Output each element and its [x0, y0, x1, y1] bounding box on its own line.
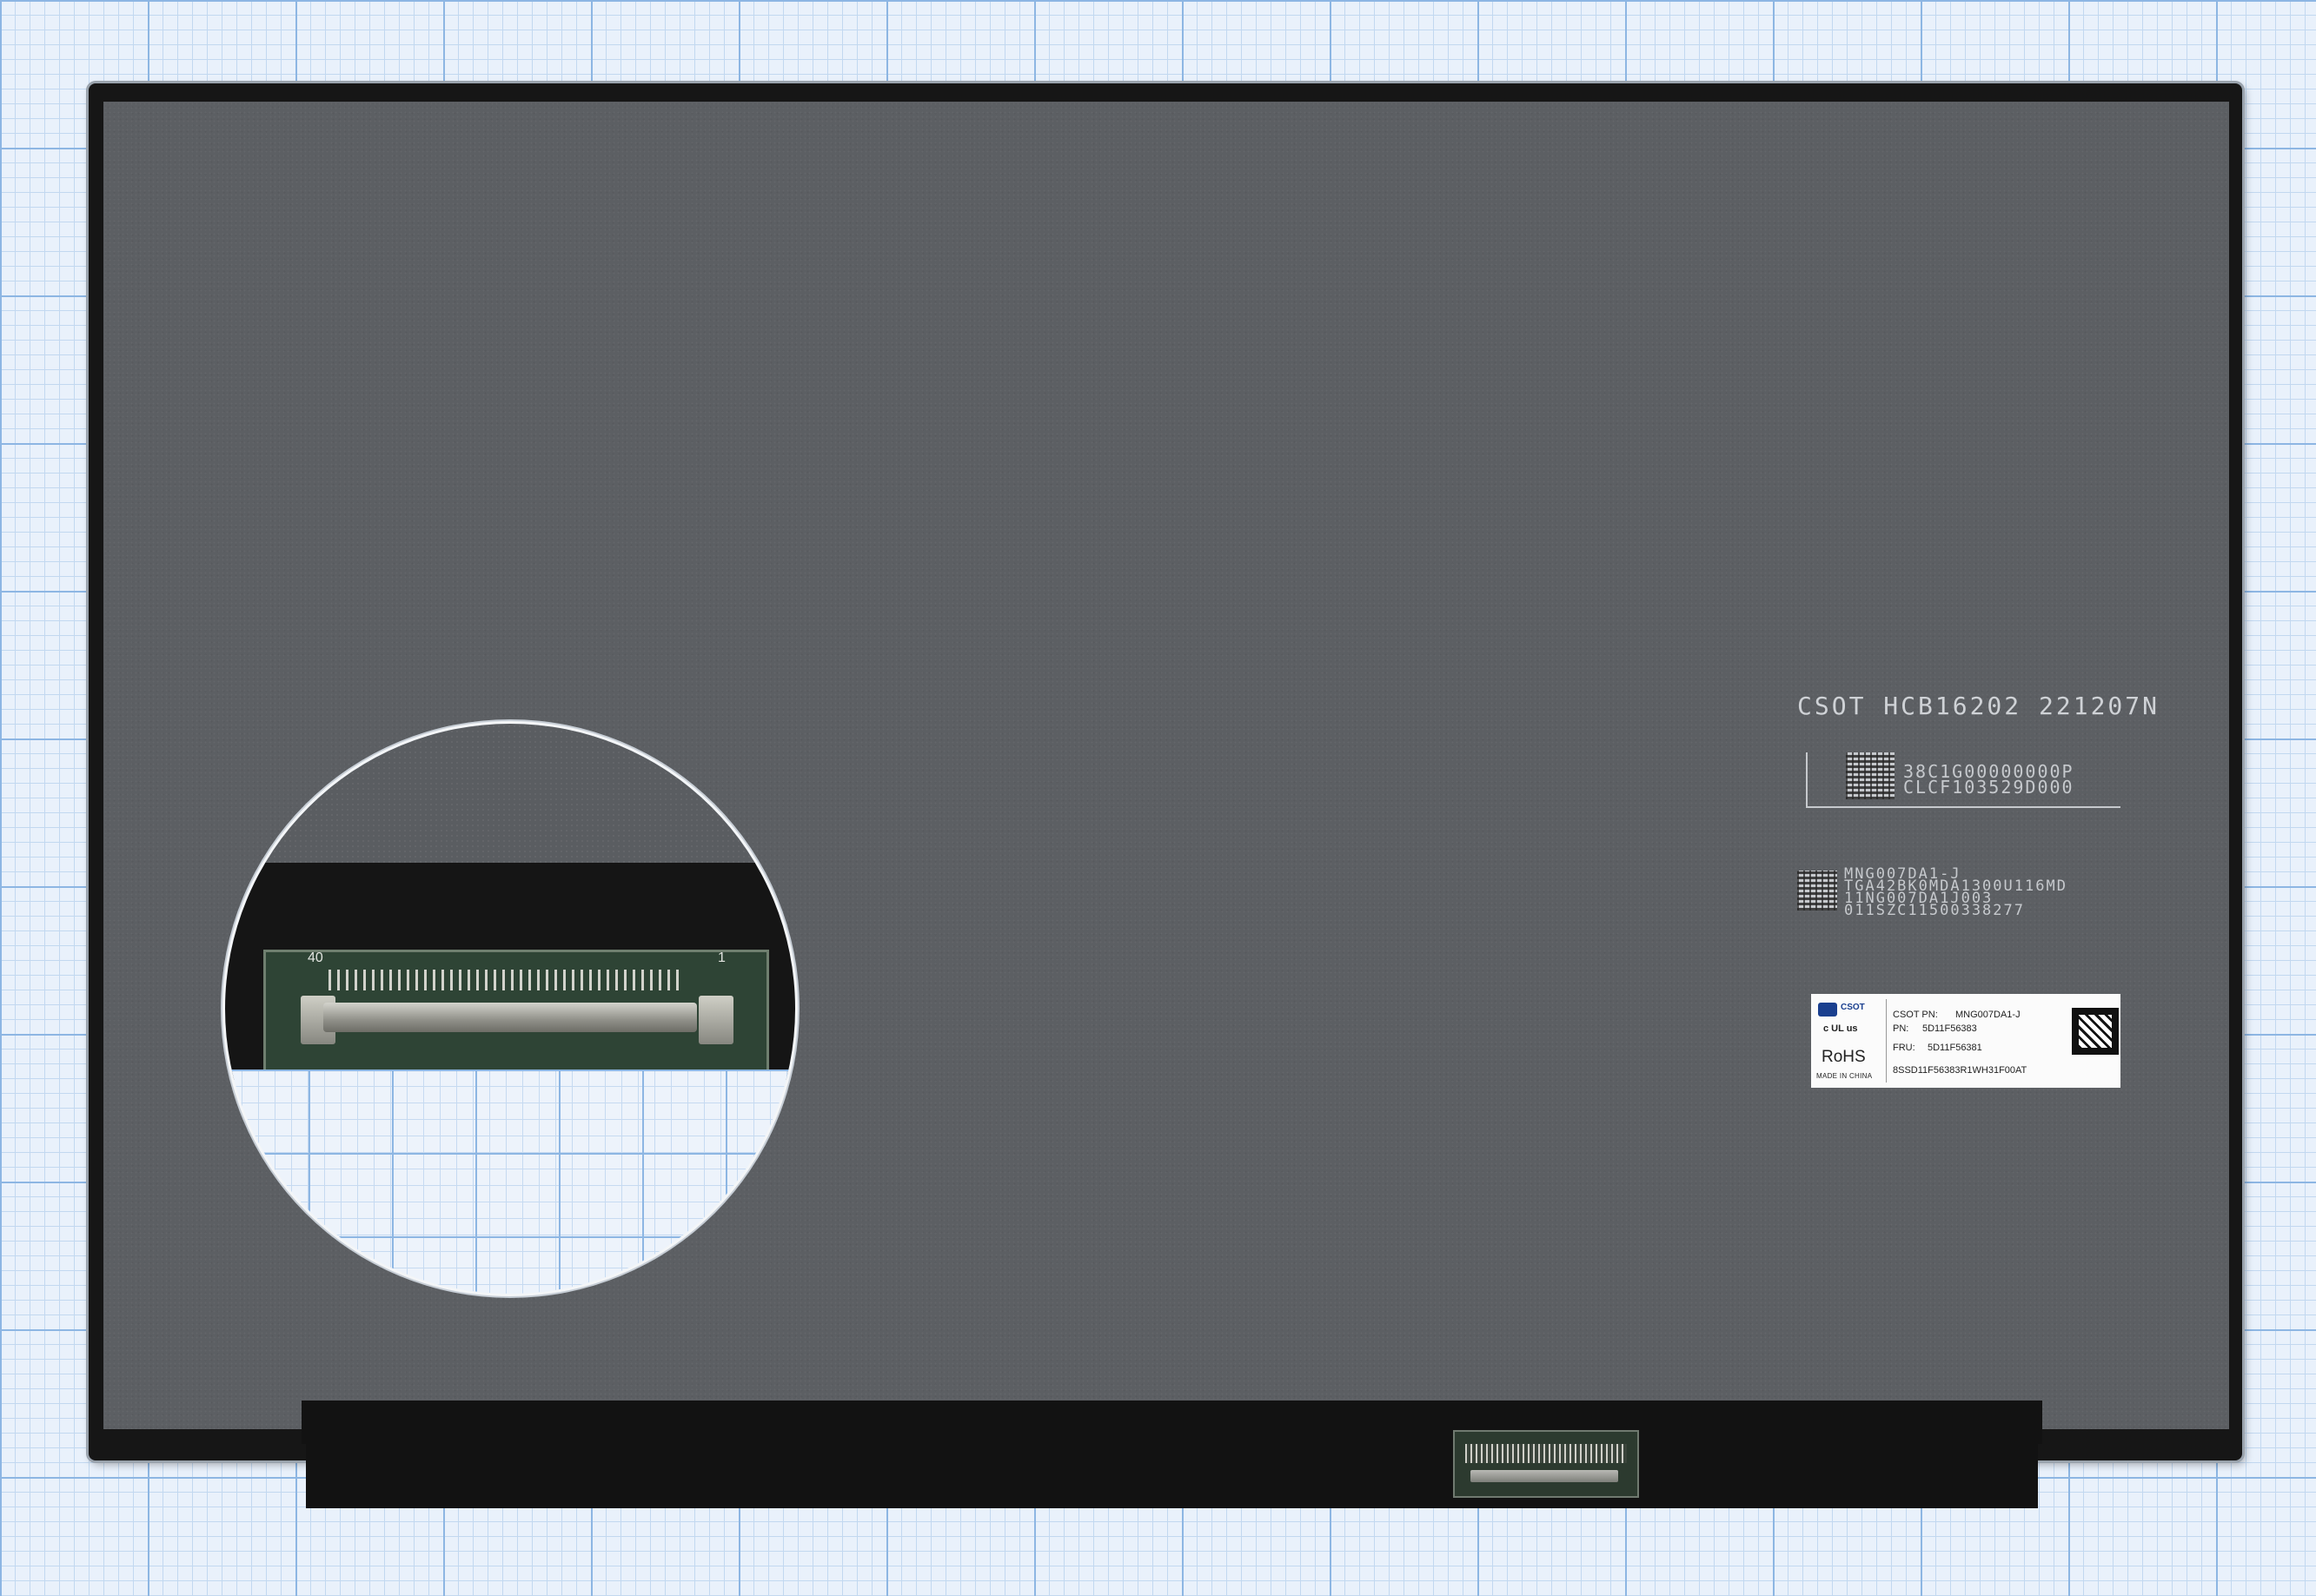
fru-label: FRU:	[1893, 1043, 1915, 1053]
pn-value: 5D11F56383	[1922, 1023, 1977, 1034]
sticker-divider	[1886, 999, 1887, 1083]
zoom-grid-background	[225, 1070, 795, 1294]
barcode1-line2: CLCF103529D000	[1903, 777, 2074, 798]
connector-pins	[1465, 1444, 1627, 1463]
serial-number: 8SSD11F56383R1WH31F00AT	[1893, 1065, 2027, 1076]
made-in-china: MADE IN CHINA	[1816, 1072, 1873, 1080]
product-label-sticker: CSOT c UL us RoHS MADE IN CHINA CSOT PN:…	[1811, 994, 2120, 1088]
qr-code	[2072, 1008, 2119, 1055]
zoom-connector-pins	[328, 970, 685, 990]
ul-certification-mark: c UL us	[1823, 1023, 1858, 1034]
connector-housing	[1470, 1470, 1618, 1482]
sticker-logo-text: CSOT	[1841, 1003, 1865, 1012]
fru-value: 5D11F56381	[1928, 1043, 1982, 1053]
datamatrix-code-2	[1797, 871, 1837, 911]
zoom-latch-right	[699, 996, 733, 1044]
bottom-flex-tab	[306, 1401, 2038, 1508]
panel-model-stamp: CSOT HCB16202 221207N	[1797, 692, 2160, 720]
pin-label-start: 40	[308, 950, 323, 965]
csot-pn-value: MNG007DA1-J	[1955, 1010, 2021, 1020]
edp-connector	[1453, 1430, 1639, 1498]
pin-label-end: 1	[718, 950, 726, 965]
csot-logo-icon	[1818, 1003, 1837, 1017]
zoom-connector-board: 40 1	[263, 950, 769, 1075]
zoom-panel-back	[225, 724, 795, 863]
datamatrix-code-1	[1846, 752, 1895, 799]
pn-label: PN:	[1893, 1023, 1909, 1034]
csot-pn-label: CSOT PN:	[1893, 1010, 1938, 1020]
barcode2-line4: 011SZC11500338277	[1844, 902, 2025, 919]
rohs-mark: RoHS	[1822, 1048, 1866, 1066]
connector-zoom-inset: 40 1	[222, 721, 798, 1296]
zoom-connector-housing	[323, 1003, 697, 1032]
